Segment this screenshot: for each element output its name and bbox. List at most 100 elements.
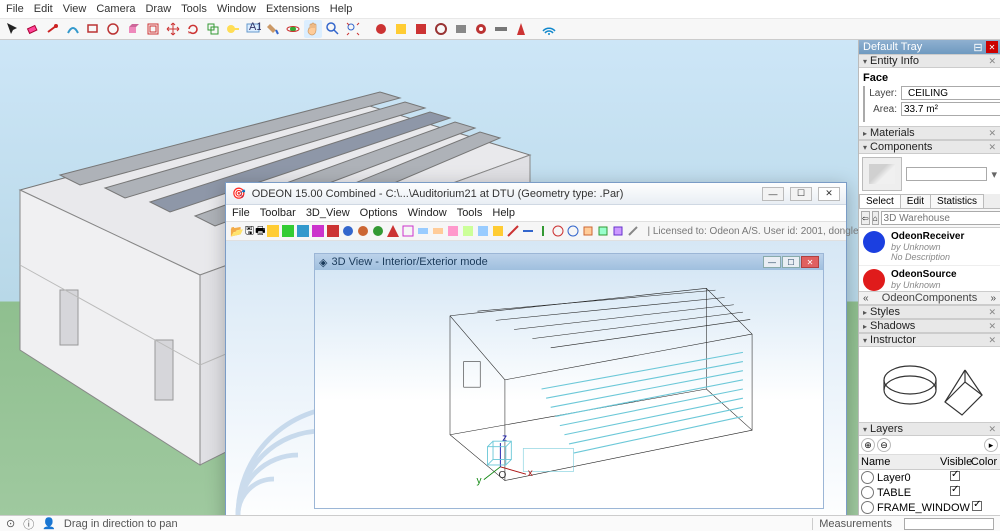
table-row[interactable]: TABLE <box>859 485 1000 500</box>
inner-close-button[interactable]: ✕ <box>801 256 819 268</box>
menu-file[interactable]: File <box>6 3 24 15</box>
components-head[interactable]: Components ✕ <box>859 140 1000 154</box>
menu-edit[interactable]: Edit <box>34 3 53 15</box>
add-layer-button[interactable]: ⊕ <box>861 438 875 452</box>
plugin-icon[interactable] <box>372 20 390 38</box>
arc-tool-icon[interactable] <box>64 20 82 38</box>
menu-camera[interactable]: Camera <box>96 3 135 15</box>
inner-min-button[interactable]: — <box>763 256 781 268</box>
user-icon[interactable]: 👤 <box>42 517 56 530</box>
inner-max-button[interactable]: ☐ <box>782 256 800 268</box>
wifi-icon[interactable] <box>540 20 558 38</box>
odeon-menu-item[interactable]: 3D_View <box>306 207 350 219</box>
odeon-menu-item[interactable]: File <box>232 207 250 219</box>
instructor-head[interactable]: Instructor ✕ <box>859 333 1000 347</box>
menu-help[interactable]: Help <box>330 3 353 15</box>
odeon-tool-icon[interactable] <box>536 223 550 239</box>
layer-active-radio[interactable] <box>861 471 874 484</box>
rotate-tool-icon[interactable] <box>184 20 202 38</box>
odeon-tool-icon[interactable] <box>521 223 535 239</box>
odeon-tool-icon[interactable] <box>596 223 610 239</box>
scale-tool-icon[interactable] <box>204 20 222 38</box>
panel-close-icon[interactable]: ✕ <box>988 128 996 139</box>
odeon-tool-icon[interactable] <box>431 223 445 239</box>
panel-close-icon[interactable]: ✕ <box>988 142 996 153</box>
odeon-tool-icon[interactable] <box>461 223 475 239</box>
tab-statistics[interactable]: Statistics <box>930 194 984 208</box>
odeon-menu-item[interactable]: Toolbar <box>260 207 296 219</box>
odeon-tool-icon[interactable] <box>611 223 625 239</box>
odeon-tool-icon[interactable]: 📂 <box>230 223 244 239</box>
odeon-tool-icon[interactable] <box>311 223 325 239</box>
info-icon[interactable]: ⓘ <box>23 516 34 531</box>
menu-window[interactable]: Window <box>217 3 256 15</box>
odeon-tool-icon[interactable] <box>281 223 295 239</box>
odeon-menu-item[interactable]: Tools <box>457 207 483 219</box>
odeon-tool-icon[interactable] <box>581 223 595 239</box>
plugin-icon[interactable] <box>452 20 470 38</box>
odeon-tool-icon[interactable] <box>506 223 520 239</box>
tab-edit[interactable]: Edit <box>900 194 931 208</box>
panel-close-icon[interactable]: ✕ <box>988 307 996 318</box>
styles-head[interactable]: Styles ✕ <box>859 305 1000 319</box>
odeon-max-button[interactable]: ☐ <box>790 187 812 201</box>
menu-tools[interactable]: Tools <box>181 3 207 15</box>
search-input[interactable] <box>881 211 1000 225</box>
pushpull-tool-icon[interactable] <box>124 20 142 38</box>
panel-close-icon[interactable]: ✕ <box>988 56 996 67</box>
layer-select[interactable]: CEILING <box>901 86 1000 100</box>
move-tool-icon[interactable] <box>164 20 182 38</box>
measurements-input[interactable] <box>904 518 994 530</box>
rectangle-tool-icon[interactable] <box>84 20 102 38</box>
entity-info-head[interactable]: Entity Info ✕ <box>859 54 1000 68</box>
offset-tool-icon[interactable] <box>144 20 162 38</box>
panel-close-icon[interactable]: ✕ <box>988 335 996 346</box>
nav-back-icon[interactable]: ⇦ <box>861 211 870 225</box>
select-tool-icon[interactable] <box>4 20 22 38</box>
odeon-tool-icon[interactable] <box>326 223 340 239</box>
odeon-close-button[interactable]: ✕ <box>818 187 840 201</box>
component-thumb-icon[interactable] <box>862 157 902 191</box>
menu-extensions[interactable]: Extensions <box>266 3 320 15</box>
odeon-menu-item[interactable]: Window <box>408 207 447 219</box>
odeon-tool-icon[interactable] <box>341 223 355 239</box>
geo-icon[interactable]: ⊙ <box>6 517 15 530</box>
chevron-down-icon[interactable]: ▾ <box>991 168 997 181</box>
panel-close-icon[interactable]: ✕ <box>988 321 996 332</box>
col-name[interactable]: Name <box>861 456 940 468</box>
remove-layer-button[interactable]: ⊖ <box>877 438 891 452</box>
odeon-tool-icon[interactable] <box>476 223 490 239</box>
odeon-tool-icon[interactable] <box>446 223 460 239</box>
col-visible[interactable]: Visible <box>940 456 970 468</box>
tray-title[interactable]: Default Tray ⊟ ✕ <box>859 40 1000 54</box>
odeon-tool-icon[interactable] <box>356 223 370 239</box>
odeon-tool-icon[interactable] <box>416 223 430 239</box>
paint-tool-icon[interactable] <box>264 20 282 38</box>
menu-view[interactable]: View <box>63 3 87 15</box>
plugin-icon[interactable] <box>392 20 410 38</box>
eraser-tool-icon[interactable] <box>24 20 42 38</box>
zoomext-tool-icon[interactable] <box>344 20 362 38</box>
visible-checkbox[interactable] <box>972 501 982 511</box>
odeon-tool-icon[interactable]: 🖶 <box>255 223 265 239</box>
odeon-window[interactable]: 🎯 ODEON 15.00 Combined - C:\...\Auditori… <box>225 182 847 515</box>
shadows-head[interactable]: Shadows ✕ <box>859 319 1000 333</box>
odeon-menu-item[interactable]: Help <box>492 207 515 219</box>
table-row[interactable]: Layer0 <box>859 470 1000 485</box>
text-tool-icon[interactable]: A1 <box>244 20 262 38</box>
odeon-tool-icon[interactable] <box>371 223 385 239</box>
odeon-tool-icon[interactable] <box>401 223 415 239</box>
odeon-menu-item[interactable]: Options <box>360 207 398 219</box>
zoom-tool-icon[interactable] <box>324 20 342 38</box>
plugin-icon[interactable] <box>492 20 510 38</box>
panel-close-icon[interactable]: ✕ <box>988 424 996 435</box>
pan-tool-icon[interactable] <box>304 20 322 38</box>
odeon-tool-icon[interactable] <box>626 223 640 239</box>
layers-menu-icon[interactable]: ▸ <box>984 438 998 452</box>
tray-close-button[interactable]: ✕ <box>986 41 998 53</box>
odeon-3dview-titlebar[interactable]: ◈ 3D View - Interior/Exterior mode — ☐ ✕ <box>315 254 823 270</box>
odeon-min-button[interactable]: — <box>762 187 784 201</box>
odeon-3dview-window[interactable]: ◈ 3D View - Interior/Exterior mode — ☐ ✕ <box>314 253 824 509</box>
table-row[interactable]: FRAME_WINDOW <box>859 500 1000 515</box>
line-tool-icon[interactable] <box>44 20 62 38</box>
